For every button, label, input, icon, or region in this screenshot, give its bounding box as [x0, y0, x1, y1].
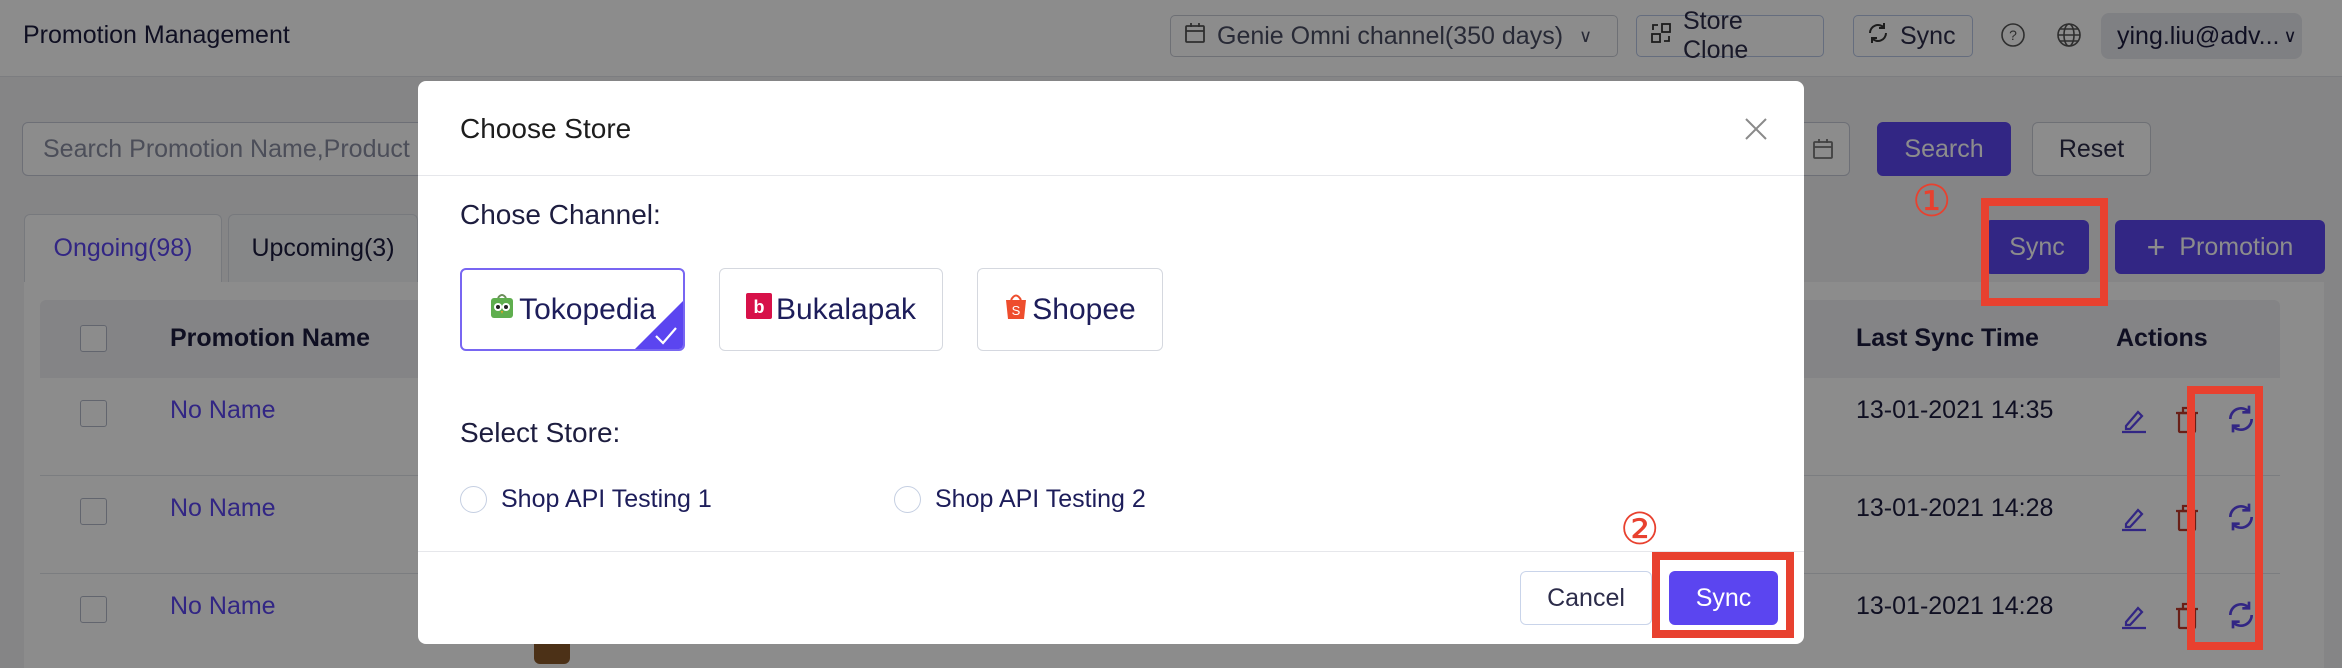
store-options: Shop API Testing 1 Shop API Testing 2: [460, 485, 1146, 514]
store-radio-2[interactable]: [894, 486, 921, 513]
annotation-step-1: ①: [1912, 176, 1952, 227]
annotation-step-2: ②: [1620, 504, 1660, 555]
channel-label: Chose Channel:: [460, 199, 661, 230]
store-name: Shop API Testing 2: [935, 485, 1146, 513]
svg-text:b: b: [753, 297, 764, 317]
channel-shopee[interactable]: S Shopee: [977, 268, 1163, 351]
store-name: Shop API Testing 1: [501, 485, 712, 513]
svg-text:S: S: [1012, 303, 1021, 318]
annotation-box-sync: [1981, 198, 2108, 306]
annotation-box-row-sync: [2187, 386, 2263, 650]
close-icon[interactable]: [1738, 111, 1774, 147]
bukalapak-logo-icon: b: [745, 292, 772, 327]
checkmark-icon: [655, 327, 677, 345]
channel-bukalapak[interactable]: b Bukalapak: [719, 268, 943, 351]
cancel-button[interactable]: Cancel: [1520, 571, 1652, 625]
store-option-2[interactable]: Shop API Testing 2: [894, 485, 1146, 514]
channel-tokopedia[interactable]: Tokopedia: [460, 268, 685, 351]
channel-options: Tokopedia b Bukalapak S Shopee: [460, 268, 1163, 351]
channel-name: Bukalapak: [775, 292, 917, 326]
store-label: Select Store:: [460, 417, 621, 448]
store-radio-1[interactable]: [460, 486, 487, 513]
dialog-footer: Cancel Sync: [418, 551, 1804, 644]
shopee-logo-icon: S: [1004, 292, 1028, 328]
tokopedia-logo-icon: [489, 292, 515, 328]
dialog-header: Choose Store: [418, 81, 1804, 176]
annotation-box-confirm-sync: [1652, 552, 1794, 638]
dialog-title: Choose Store: [460, 113, 632, 144]
store-option-1[interactable]: Shop API Testing 1: [460, 485, 894, 514]
channel-name: Shopee: [1032, 292, 1136, 326]
choose-store-dialog: Choose Store Chose Channel: Tokopedia b …: [418, 81, 1804, 644]
